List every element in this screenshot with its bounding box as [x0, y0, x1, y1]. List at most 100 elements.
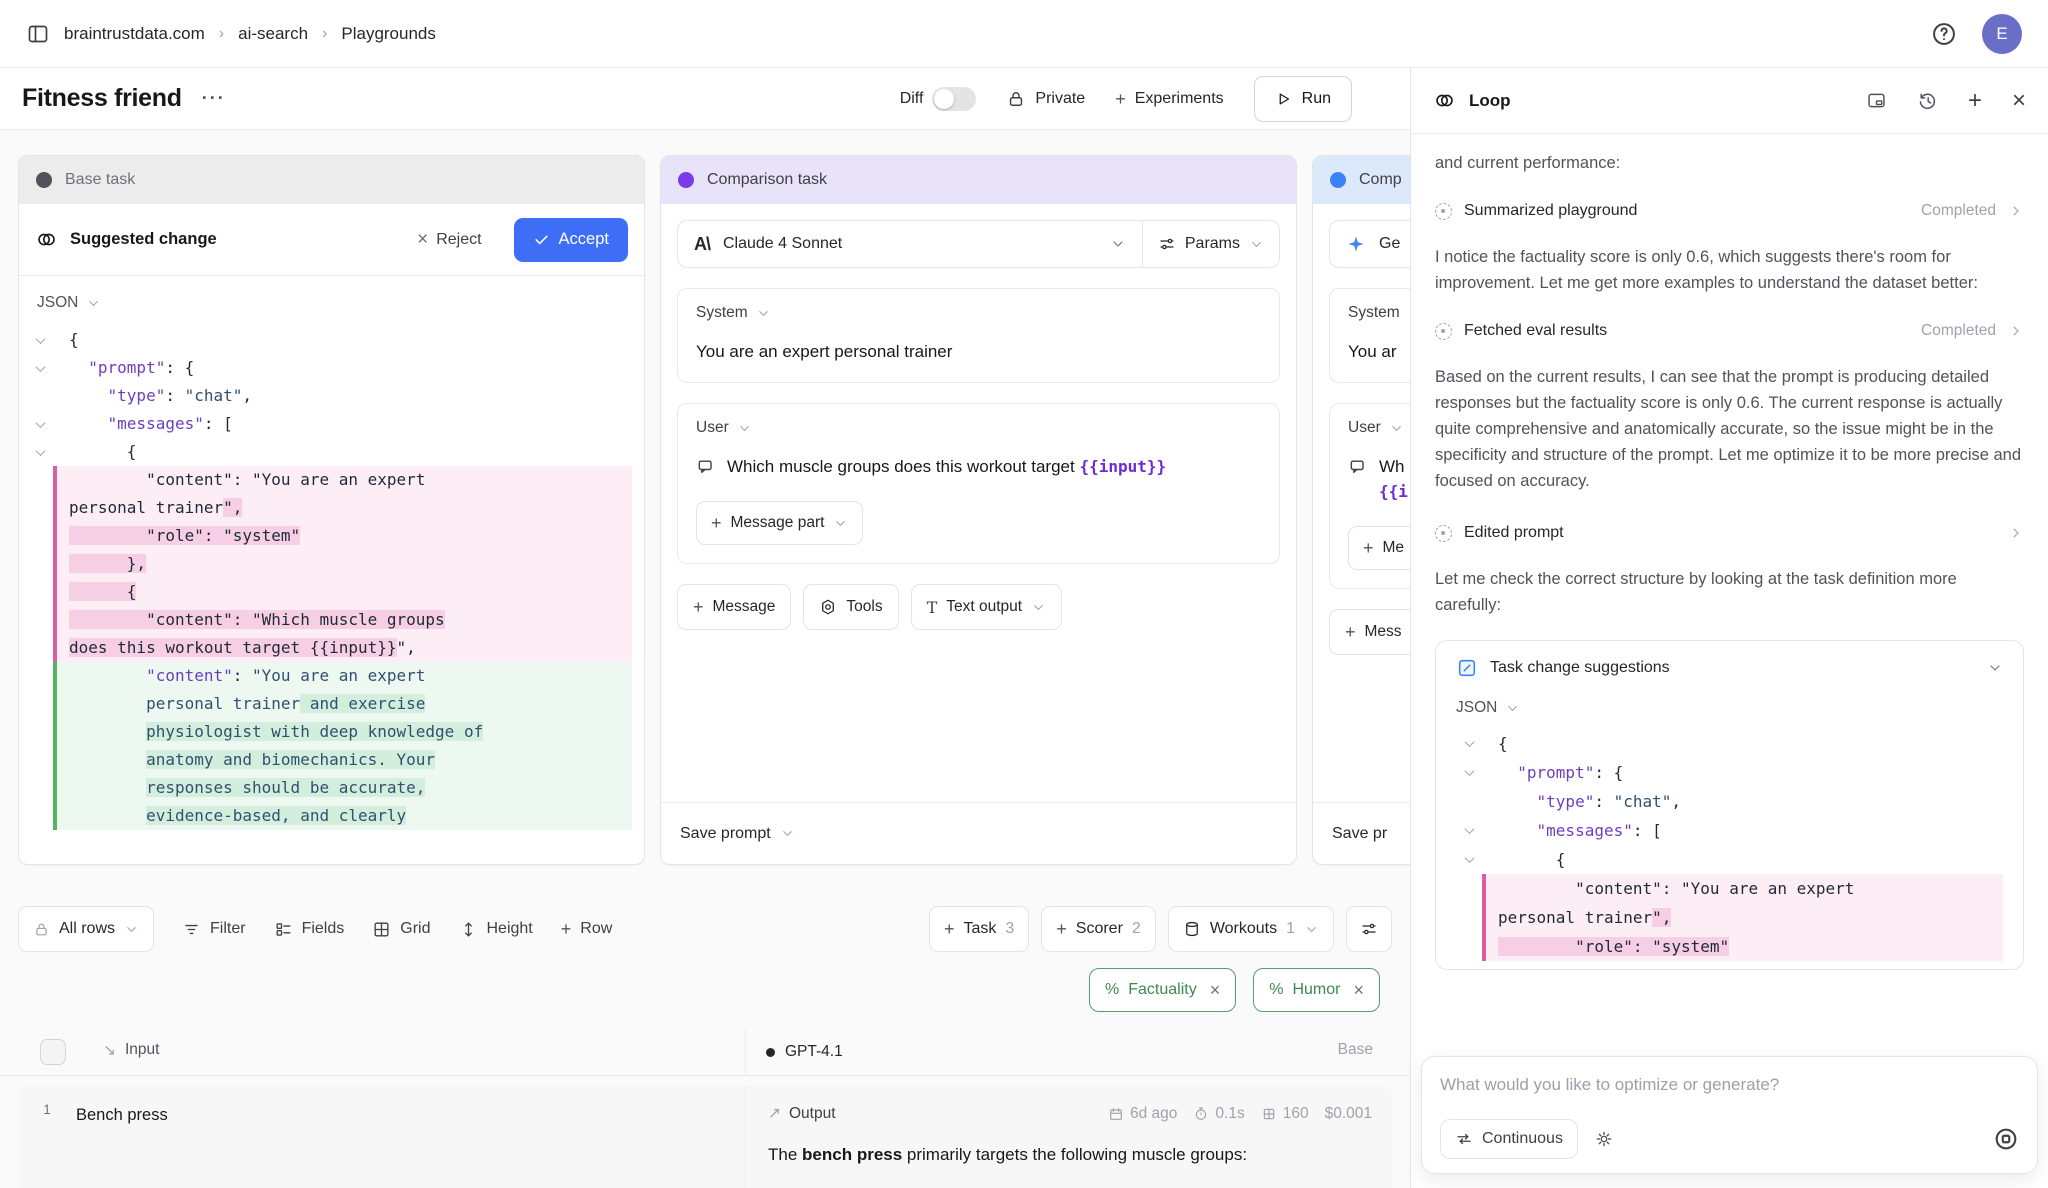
save-prompt-button[interactable]: Save prompt: [661, 802, 1296, 864]
row-input-cell[interactable]: Bench press: [76, 1086, 745, 1188]
base-task-code-editor[interactable]: { "prompt": { "type": "chat", "messages"…: [19, 316, 644, 830]
height-button[interactable]: Height: [459, 920, 533, 939]
user-message-text[interactable]: Which muscle groups does this workout ta…: [727, 454, 1166, 479]
new-chat-icon[interactable]: +: [1968, 89, 1982, 113]
loop-panel-header: Loop + ×: [1411, 68, 2048, 134]
user-role-select[interactable]: User: [696, 419, 1261, 437]
task-change-suggestions-header[interactable]: Task change suggestions: [1456, 657, 2003, 679]
factuality-scorer-badge[interactable]: % Factuality ×: [1089, 968, 1236, 1012]
scorer-badges: % Factuality × % Humor ×: [1089, 968, 1380, 1012]
private-label: Private: [1035, 90, 1085, 108]
chevron-down-icon: [86, 296, 101, 311]
row-output-cell[interactable]: ↗ Output 6d ago 0.1s 160: [745, 1086, 1392, 1188]
close-panel-icon[interactable]: ×: [2012, 89, 2026, 113]
plus-icon: +: [1363, 539, 1374, 557]
private-button[interactable]: Private: [1006, 89, 1085, 109]
sidebar-toggle-icon[interactable]: [26, 22, 50, 46]
page-title: Fitness friend: [22, 84, 182, 113]
help-icon[interactable]: [1930, 20, 1958, 48]
model-column-header[interactable]: GPT-4.1: [745, 1028, 843, 1076]
format-label: JSON: [1456, 699, 1497, 717]
add-message-button[interactable]: + Message: [677, 584, 791, 630]
breadcrumb-page[interactable]: Playgrounds: [341, 24, 436, 44]
input-column-header[interactable]: Input: [125, 1041, 159, 1060]
scorer-count: 2: [1132, 920, 1141, 938]
gemini-sparkle-icon: [1346, 234, 1366, 254]
gear-icon[interactable]: [1594, 1129, 1614, 1149]
user-message-card[interactable]: User Wh{{i + Me: [1329, 403, 1410, 589]
comparison-task-column: Comparison task A\ Claude 4 Sonnet Param…: [660, 155, 1297, 865]
chevron-down-icon: [737, 421, 752, 436]
dataset-select-button[interactable]: Workouts 1: [1168, 906, 1334, 952]
text-output-button[interactable]: T Text output: [911, 584, 1063, 630]
add-row-button[interactable]: + Row: [561, 920, 613, 938]
breadcrumb-site[interactable]: braintrustdata.com: [64, 24, 205, 44]
accept-button[interactable]: Accept: [514, 218, 628, 262]
system-message-text[interactable]: You are an expert personal trainer: [696, 339, 1261, 364]
format-select[interactable]: JSON: [19, 276, 644, 316]
suggestions-code-editor[interactable]: { "prompt": { "type": "chat", "messages"…: [1456, 717, 2003, 961]
playground-header: Fitness friend ··· Diff Private + Experi…: [0, 68, 1410, 130]
accept-label: Accept: [559, 230, 609, 249]
view-settings-button[interactable]: [1346, 906, 1392, 952]
model-select[interactable]: A\ Claude 4 Sonnet: [678, 221, 1143, 267]
open-output-icon[interactable]: ↗: [768, 1104, 781, 1123]
avatar[interactable]: E: [1982, 14, 2022, 54]
humor-scorer-badge[interactable]: % Humor ×: [1253, 968, 1380, 1012]
add-message-part-button[interactable]: + Me: [1348, 526, 1410, 570]
user-label: User: [696, 419, 729, 437]
add-message-part-button[interactable]: + Message part: [696, 501, 863, 545]
reject-button[interactable]: × Reject: [417, 229, 481, 251]
chevron-right-icon: [2008, 525, 2024, 541]
system-message-text[interactable]: You ar: [1348, 339, 1410, 364]
user-role-select[interactable]: User: [1348, 419, 1410, 437]
system-role-select[interactable]: System: [1348, 304, 1410, 322]
add-scorer-button[interactable]: + Scorer 2: [1041, 906, 1156, 952]
add-task-button[interactable]: + Task 3: [929, 906, 1029, 952]
run-button[interactable]: Run: [1254, 76, 1352, 122]
table-row[interactable]: 1 Bench press ↗ Output 6d ago 0.1s: [18, 1086, 1392, 1188]
tools-button[interactable]: Tools: [803, 584, 898, 630]
chevron-down-icon: [1987, 660, 2003, 676]
task-change-suggestions-card: Task change suggestions JSON { "prompt":…: [1435, 640, 2024, 970]
tool-step-fetched-eval-results[interactable]: Fetched eval results Completed: [1435, 322, 2024, 340]
tool-step-summarized-playground[interactable]: Summarized playground Completed: [1435, 202, 2024, 220]
more-menu-icon[interactable]: ···: [202, 88, 226, 109]
experiments-button[interactable]: + Experiments: [1115, 90, 1223, 108]
user-message-card[interactable]: User Which muscle groups does this worko…: [677, 403, 1280, 564]
system-message-card[interactable]: System You are an expert personal traine…: [677, 288, 1280, 383]
add-message-button[interactable]: + Mess: [1329, 609, 1410, 655]
loop-conversation[interactable]: and current performance: Summarized play…: [1411, 134, 2048, 1188]
history-icon[interactable]: [1917, 90, 1938, 111]
stopwatch-icon: [1193, 1106, 1209, 1122]
plus-icon: +: [1115, 90, 1126, 108]
select-all-checkbox[interactable]: [40, 1039, 66, 1065]
filter-button[interactable]: Filter: [182, 920, 246, 939]
stop-icon[interactable]: [1993, 1126, 2019, 1152]
chevron-down-icon: [124, 922, 139, 937]
fields-icon: [274, 920, 293, 939]
system-role-select[interactable]: System: [696, 304, 1261, 322]
breadcrumb-project[interactable]: ai-search: [238, 24, 308, 44]
suggested-change-label: Suggested change: [70, 230, 217, 249]
format-select[interactable]: JSON: [1456, 699, 2003, 717]
grid-button[interactable]: Grid: [372, 920, 430, 939]
params-button[interactable]: Params: [1143, 221, 1279, 267]
dataset-label: Workouts: [1210, 920, 1277, 938]
system-message-card[interactable]: System You ar: [1329, 288, 1410, 383]
remove-scorer-icon[interactable]: ×: [1353, 980, 1364, 1001]
remove-scorer-icon[interactable]: ×: [1210, 980, 1221, 1001]
popout-panel-icon[interactable]: [1866, 90, 1887, 111]
diff-toggle[interactable]: [932, 87, 976, 111]
all-rows-filter-button[interactable]: All rows: [18, 906, 154, 952]
fields-button[interactable]: Fields: [274, 920, 345, 939]
model-select[interactable]: Ge: [1330, 221, 1410, 267]
save-prompt-button[interactable]: Save pr: [1313, 802, 1410, 864]
continuous-mode-button[interactable]: Continuous: [1440, 1119, 1578, 1159]
sort-arrow-icon: ↘: [103, 1041, 116, 1060]
loop-prompt-input[interactable]: [1440, 1075, 2019, 1095]
base-task-column: Base task Suggested change × Reject Acce…: [18, 155, 645, 865]
user-message-text[interactable]: Wh{{i: [1379, 454, 1408, 504]
top-bar: braintrustdata.com › ai-search › Playgro…: [0, 0, 2048, 68]
tool-step-edited-prompt[interactable]: Edited prompt: [1435, 524, 2024, 542]
